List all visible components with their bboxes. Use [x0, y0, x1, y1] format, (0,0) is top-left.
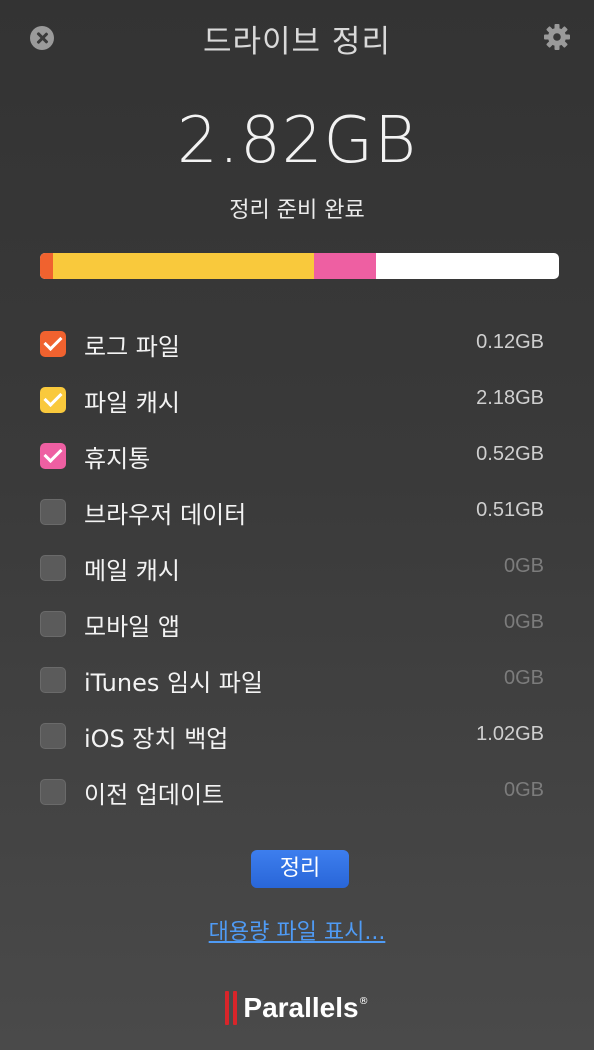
item-label: 파일 캐시	[84, 389, 180, 417]
item-size: 0.51GB	[476, 499, 544, 521]
item-checkbox[interactable]	[40, 723, 66, 749]
usage-segment	[53, 253, 315, 279]
item-size: 0.52GB	[476, 443, 544, 465]
cleanup-item-row[interactable]: 로그 파일 0.12GB	[0, 315, 594, 371]
item-size: 1.02GB	[476, 723, 544, 745]
item-size: 0GB	[503, 667, 544, 689]
item-checkbox[interactable]	[40, 779, 66, 805]
item-size: 2.18GB	[476, 387, 544, 409]
cleanup-item-row[interactable]: iTunes 임시 파일 0GB	[0, 651, 594, 707]
cleanup-item-list: 로그 파일 0.12GB 파일 캐시 2.18GB 휴지통 0.52GB 브라우저 데이터 0…	[0, 315, 594, 819]
cleanup-item-row[interactable]: 브라우저 데이터 0.51GB	[0, 483, 594, 539]
cleanup-item-row[interactable]: iOS 장치 백업 1.02GB	[0, 707, 594, 763]
item-size: 0GB	[503, 611, 544, 633]
item-checkbox[interactable]	[40, 443, 66, 469]
window-title: 드라이브 정리	[203, 24, 391, 60]
item-label: iTunes 임시 파일	[84, 669, 263, 697]
show-large-files-link[interactable]: 대용량 파일 표시...	[0, 914, 594, 946]
cleanup-item-row[interactable]: 파일 캐시 2.18GB	[0, 371, 594, 427]
item-label: 브라우저 데이터	[84, 501, 247, 529]
usage-bar	[40, 253, 559, 279]
gear-icon[interactable]	[542, 22, 572, 52]
usage-segment	[40, 253, 54, 279]
item-label: 이전 업데이트	[84, 781, 225, 809]
parallels-logo: Parallels ®	[0, 988, 594, 1028]
item-checkbox[interactable]	[40, 555, 66, 581]
usage-segment	[314, 253, 377, 279]
title-bar: 드라이브 정리	[0, 0, 594, 72]
status-text: 정리 준비 완료	[229, 198, 365, 223]
item-checkbox[interactable]	[40, 499, 66, 525]
item-size: 0.12GB	[476, 331, 544, 353]
cleanup-item-row[interactable]: 모바일 앱 0GB	[0, 595, 594, 651]
item-checkbox[interactable]	[40, 331, 66, 357]
total-size: 2.82GB	[177, 104, 417, 178]
brand-name: Parallels	[243, 992, 359, 1023]
cleanup-item-row[interactable]: 메일 캐시 0GB	[0, 539, 594, 595]
parallels-logo-icon	[225, 991, 238, 1025]
item-checkbox[interactable]	[40, 387, 66, 413]
cleanup-item-row[interactable]: 휴지통 0.52GB	[0, 427, 594, 483]
clean-button[interactable]: 정리	[251, 850, 349, 888]
item-label: 모바일 앱	[84, 613, 180, 641]
item-label: 로그 파일	[84, 333, 180, 361]
item-size: 0GB	[503, 555, 544, 577]
registered-mark: ®	[358, 995, 369, 1007]
item-size: 0GB	[503, 779, 544, 801]
item-label: 메일 캐시	[84, 557, 180, 585]
cleanup-item-row[interactable]: 이전 업데이트 0GB	[0, 763, 594, 819]
item-label: 휴지통	[84, 445, 151, 473]
item-checkbox[interactable]	[40, 667, 66, 693]
item-checkbox[interactable]	[40, 611, 66, 637]
item-label: iOS 장치 백업	[84, 725, 229, 753]
